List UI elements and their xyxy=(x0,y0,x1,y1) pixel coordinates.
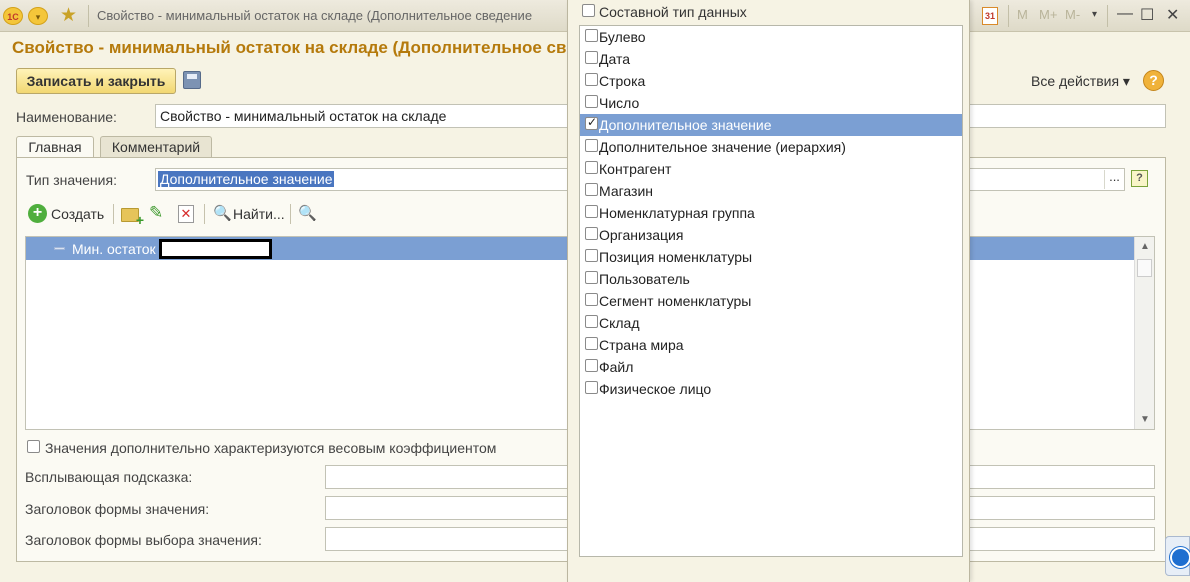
type-item-individual[interactable]: Физическое лицо xyxy=(580,378,962,400)
type-item-counterparty[interactable]: Контрагент xyxy=(580,158,962,180)
type-item-additional-value[interactable]: Дополнительное значение xyxy=(580,114,962,136)
tab-comment[interactable]: Комментарий xyxy=(100,136,212,158)
type-item-user[interactable]: Пользователь xyxy=(580,268,962,290)
close-icon[interactable]: ✕ xyxy=(1166,5,1179,25)
teamviewer-tray-icon[interactable] xyxy=(1165,536,1190,576)
type-selection-popup: Составной тип данных Булево Дата Строка … xyxy=(567,0,970,582)
type-item-checkbox[interactable] xyxy=(585,337,598,350)
app-logo-icon[interactable]: 1С xyxy=(3,7,23,25)
weight-coefficient-label: Значения дополнительно характеризуются в… xyxy=(45,440,497,456)
maximize-icon[interactable]: ☐ xyxy=(1140,5,1154,25)
choice-form-title-label: Заголовок формы выбора значения: xyxy=(25,532,262,548)
collapse-minus-icon[interactable] xyxy=(54,247,65,250)
titlebar-divider xyxy=(1008,5,1009,27)
type-item-checkbox[interactable] xyxy=(585,183,598,196)
type-item-checkbox[interactable] xyxy=(585,161,598,174)
all-actions-menu[interactable]: Все действия ▾ xyxy=(1031,73,1130,90)
type-item-product-group[interactable]: Номенклатурная группа xyxy=(580,202,962,224)
type-item-string[interactable]: Строка xyxy=(580,70,962,92)
cancel-search-icon[interactable]: 🔍 xyxy=(298,204,317,222)
type-item-checkbox[interactable] xyxy=(585,359,598,372)
tree-vertical-scrollbar[interactable]: ▲ ▼ xyxy=(1134,237,1154,429)
calendar-icon[interactable]: 31 xyxy=(982,7,998,25)
type-item-checkbox[interactable] xyxy=(585,249,598,262)
minimize-icon[interactable]: — xyxy=(1117,5,1133,23)
type-item-boolean[interactable]: Булево xyxy=(580,26,962,48)
value-type-label: Тип значения: xyxy=(26,172,117,188)
type-item-checkbox[interactable] xyxy=(585,73,598,86)
tree-row-name: Мин. остаток xyxy=(72,241,156,257)
weight-coefficient-checkbox[interactable] xyxy=(27,440,40,453)
type-item-number[interactable]: Число xyxy=(580,92,962,114)
scroll-down-icon[interactable]: ▼ xyxy=(1140,414,1150,425)
find-button[interactable]: Найти... xyxy=(233,206,285,222)
edit-pencil-icon[interactable]: ✎ xyxy=(149,203,163,223)
favorite-star-icon[interactable]: ★ xyxy=(60,4,77,27)
type-item-country[interactable]: Страна мира xyxy=(580,334,962,356)
create-plus-icon[interactable]: + xyxy=(28,204,47,223)
type-list[interactable]: Булево Дата Строка Число Дополнительное … xyxy=(579,25,963,557)
titlebar-divider xyxy=(88,5,89,27)
toolbar-divider xyxy=(290,204,291,224)
toolbar-divider xyxy=(204,204,205,224)
tooltip-label: Всплывающая подсказка: xyxy=(25,469,193,485)
toolbar-divider xyxy=(113,204,114,224)
save-and-close-button[interactable]: Записать и закрыть xyxy=(16,68,176,94)
type-item-file[interactable]: Файл xyxy=(580,356,962,378)
type-item-date[interactable]: Дата xyxy=(580,48,962,70)
type-item-product-segment[interactable]: Сегмент номенклатуры xyxy=(580,290,962,312)
tree-row-edit-field[interactable] xyxy=(159,239,272,259)
save-disk-icon[interactable] xyxy=(183,71,201,89)
scroll-up-icon[interactable]: ▲ xyxy=(1140,241,1150,252)
type-item-checkbox[interactable] xyxy=(585,51,598,64)
type-item-checkbox[interactable] xyxy=(585,315,598,328)
memory-mplus-button[interactable]: M+ xyxy=(1039,7,1057,22)
scroll-thumb[interactable] xyxy=(1137,259,1152,277)
composite-type-checkbox[interactable] xyxy=(582,4,595,17)
add-folder-icon[interactable] xyxy=(121,208,144,228)
type-item-warehouse[interactable]: Склад xyxy=(580,312,962,334)
main-menu-icon[interactable]: ▾ xyxy=(28,7,48,25)
composite-type-label: Составной тип данных xyxy=(599,4,747,20)
tab-main[interactable]: Главная xyxy=(16,136,94,158)
memory-m-button[interactable]: M xyxy=(1017,7,1028,22)
chevron-down-icon[interactable]: ▾ xyxy=(1092,9,1097,20)
value-type-selected-text: Дополнительное значение xyxy=(158,171,335,187)
type-item-checkbox[interactable] xyxy=(585,271,598,284)
type-item-checkbox[interactable] xyxy=(585,205,598,218)
select-type-button[interactable]: ... xyxy=(1104,170,1124,189)
titlebar-divider xyxy=(1107,5,1108,27)
type-item-organization[interactable]: Организация xyxy=(580,224,962,246)
hint-icon[interactable]: ? xyxy=(1131,170,1148,187)
help-icon[interactable]: ? xyxy=(1143,70,1164,91)
type-item-checkbox[interactable] xyxy=(585,139,598,152)
create-button[interactable]: Создать xyxy=(51,206,104,222)
type-item-checkbox[interactable] xyxy=(585,227,598,240)
type-item-store[interactable]: Магазин xyxy=(580,180,962,202)
window-title: Свойство - минимальный остаток на складе… xyxy=(97,8,533,23)
type-item-checkbox[interactable] xyxy=(585,293,598,306)
type-item-checkbox[interactable] xyxy=(585,115,598,130)
delete-icon[interactable]: ✕ xyxy=(178,205,194,223)
type-item-checkbox[interactable] xyxy=(585,381,598,394)
memory-mminus-button[interactable]: M- xyxy=(1065,7,1080,22)
type-item-additional-value-hierarchy[interactable]: Дополнительное значение (иерархия) xyxy=(580,136,962,158)
type-item-checkbox[interactable] xyxy=(585,95,598,108)
type-item-product-position[interactable]: Позиция номенклатуры xyxy=(580,246,962,268)
value-form-title-label: Заголовок формы значения: xyxy=(25,501,210,517)
form-title: Свойство - минимальный остаток на складе… xyxy=(12,38,576,57)
name-label: Наименование: xyxy=(16,109,117,125)
find-search-icon[interactable]: 🔍 xyxy=(213,204,232,222)
type-item-checkbox[interactable] xyxy=(585,29,598,42)
